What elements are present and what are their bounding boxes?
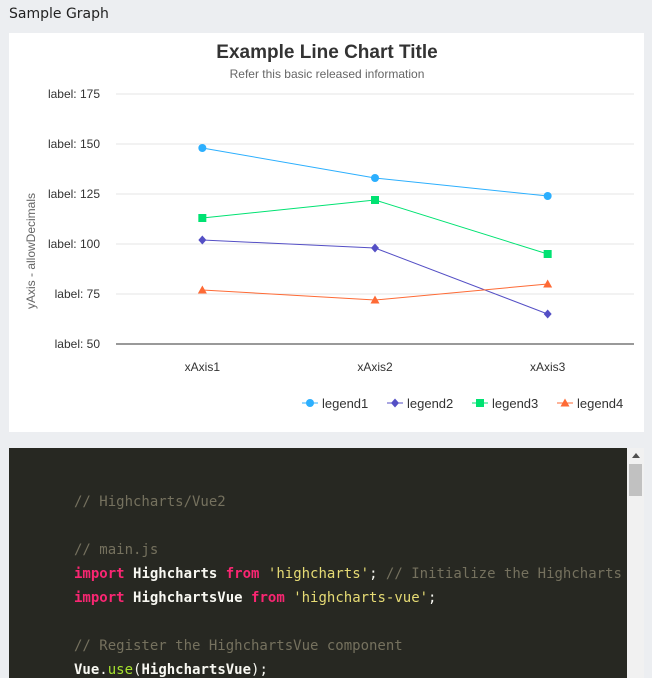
data-point[interactable] xyxy=(198,214,207,222)
code-token-comment: // main.js xyxy=(74,542,159,558)
data-point[interactable] xyxy=(543,192,552,200)
data-point[interactable] xyxy=(371,174,379,182)
code-line: // Register the HighchartsVue component xyxy=(74,634,626,658)
code-panel[interactable]: // Highcharts/Vue2 ​ // main.js import High… xyxy=(9,448,644,678)
y-tick-label: label: 100 xyxy=(48,237,100,251)
code-token-punct: ; xyxy=(428,590,437,606)
data-point[interactable] xyxy=(543,279,553,288)
code-token-comment: // Register the HighchartsVue component xyxy=(74,638,403,654)
code-token-punct: . xyxy=(99,662,108,678)
code-line: ​ xyxy=(74,610,626,634)
code-token-keyword: from xyxy=(251,590,285,606)
legend-item-legend3[interactable]: legend3 xyxy=(472,396,538,411)
code-token-punct xyxy=(125,590,133,606)
code-body[interactable]: // Highcharts/Vue2 ​ // main.js import High… xyxy=(74,490,639,678)
y-tick-label: label: 150 xyxy=(48,137,100,151)
data-point[interactable] xyxy=(371,243,379,253)
legend-label[interactable]: legend3 xyxy=(492,396,538,411)
code-token-string: 'highcharts' xyxy=(267,566,370,582)
scrollbar[interactable] xyxy=(627,448,644,678)
line-chart: Example Line Chart Title Refer this basi… xyxy=(24,42,634,411)
code-line: // Highcharts/Vue2 xyxy=(74,490,626,514)
legend-item-legend1[interactable]: legend1 xyxy=(302,396,368,411)
data-point[interactable] xyxy=(198,235,207,245)
code-line: ​ xyxy=(74,514,626,538)
code-line: import Highcharts from 'highcharts'; // … xyxy=(74,562,639,586)
code-token-punct xyxy=(217,566,225,582)
chart-title: Example Line Chart Title xyxy=(216,42,437,63)
diamond-marker-icon[interactable] xyxy=(391,398,399,408)
data-point[interactable] xyxy=(198,144,207,152)
code-token-func: use xyxy=(107,662,134,678)
x-tick-label: xAxis3 xyxy=(530,360,566,374)
code-line: import HighchartsVue from 'highcharts-vu… xyxy=(74,586,626,610)
code-token-ident: Highcharts xyxy=(133,566,218,582)
series-legend1 xyxy=(198,144,552,200)
legend-item-legend4[interactable]: legend4 xyxy=(557,396,623,411)
code-token-keyword: import xyxy=(74,590,125,606)
code-token-comment: // Highcharts/Vue2 xyxy=(74,494,226,510)
chart-card: Example Line Chart Title Refer this basi… xyxy=(9,33,644,432)
data-point[interactable] xyxy=(371,196,379,204)
code-token-keyword: from xyxy=(225,566,260,582)
code-token-punct xyxy=(125,566,133,582)
code-token-comment: // Initialize the Highcharts m xyxy=(385,566,639,582)
y-tick-label: label: 75 xyxy=(55,287,101,301)
code-token-keyword: import xyxy=(74,566,125,582)
square-marker-icon[interactable] xyxy=(476,399,484,407)
code-token-punct xyxy=(285,590,293,606)
code-token-punct xyxy=(243,590,251,606)
code-token-string: 'highcharts-vue' xyxy=(293,590,429,606)
scroll-thumb[interactable] xyxy=(629,464,642,496)
y-axis-title: yAxis - allowDecimals xyxy=(24,193,38,309)
scroll-up-arrow-icon[interactable] xyxy=(627,448,644,462)
section-title: Sample Graph xyxy=(9,6,109,22)
circle-marker-icon[interactable] xyxy=(306,399,314,407)
x-tick-label: xAxis1 xyxy=(185,360,221,374)
grid-lines xyxy=(116,93,634,345)
legend-label[interactable]: legend4 xyxy=(577,396,623,411)
series-legend2 xyxy=(198,235,552,319)
data-point[interactable] xyxy=(543,250,552,258)
code-token-punct xyxy=(259,566,267,582)
data-point[interactable] xyxy=(543,309,552,319)
legend-label[interactable]: legend2 xyxy=(407,396,453,411)
x-tick-label: xAxis2 xyxy=(357,360,393,374)
series-line[interactable] xyxy=(202,147,548,197)
y-tick-label: label: 50 xyxy=(55,337,101,351)
code-line: Vue.use(HighchartsVue); xyxy=(74,658,626,678)
legend-item-legend2[interactable]: legend2 xyxy=(387,396,453,411)
code-line: // main.js xyxy=(74,538,626,562)
y-axis-ticks: label: 50 label: 75 label: 100 label: 125 la… xyxy=(48,87,100,351)
y-tick-label: label: 175 xyxy=(48,87,100,101)
chart-subtitle: Refer this basic released information xyxy=(230,67,425,81)
legend: legend1 legend2 legend3 legend4 xyxy=(302,396,623,411)
x-axis-ticks: xAxis1 xAxis2 xAxis3 xyxy=(185,360,566,374)
code-token-ident: HighchartsVue xyxy=(141,662,252,678)
code-token-ident: HighchartsVue xyxy=(133,590,243,606)
code-token-punct: ; xyxy=(369,566,386,582)
y-tick-label: label: 125 xyxy=(48,187,100,201)
series-plot xyxy=(197,144,553,319)
series-legend4 xyxy=(197,279,553,304)
code-token-ident: Vue xyxy=(74,662,100,678)
code-token-punct: ); xyxy=(251,662,268,678)
data-point[interactable] xyxy=(197,285,207,294)
legend-label[interactable]: legend1 xyxy=(322,396,368,411)
